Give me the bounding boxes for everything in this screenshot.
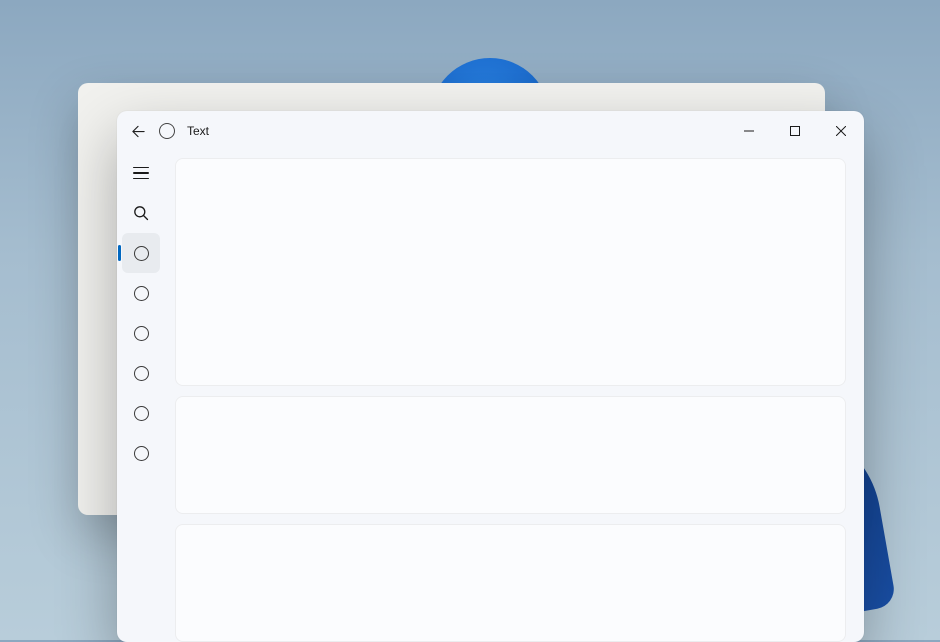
window-title: Text bbox=[187, 124, 209, 138]
nav-item-3[interactable] bbox=[122, 313, 160, 353]
titlebar: Text bbox=[117, 111, 864, 151]
app-window: Text bbox=[117, 111, 864, 642]
content-card-2 bbox=[175, 396, 846, 514]
minimize-button[interactable] bbox=[726, 111, 772, 151]
nav-item-2[interactable] bbox=[122, 273, 160, 313]
circle-icon bbox=[134, 446, 149, 461]
circle-icon bbox=[134, 406, 149, 421]
back-button[interactable] bbox=[129, 122, 147, 140]
nav-item-6[interactable] bbox=[122, 433, 160, 473]
circle-icon bbox=[134, 246, 149, 261]
circle-icon bbox=[134, 366, 149, 381]
nav-item-5[interactable] bbox=[122, 393, 160, 433]
circle-icon bbox=[134, 326, 149, 341]
close-button[interactable] bbox=[818, 111, 864, 151]
hamburger-menu-button[interactable] bbox=[122, 153, 160, 193]
app-icon bbox=[159, 123, 175, 139]
content-card-3 bbox=[175, 524, 846, 642]
search-icon bbox=[133, 205, 149, 221]
maximize-button[interactable] bbox=[772, 111, 818, 151]
nav-item-1[interactable] bbox=[122, 233, 160, 273]
search-button[interactable] bbox=[122, 193, 160, 233]
hamburger-icon bbox=[133, 167, 149, 179]
nav-item-4[interactable] bbox=[122, 353, 160, 393]
content-area bbox=[165, 151, 864, 642]
navigation-sidebar bbox=[117, 151, 165, 642]
circle-icon bbox=[134, 286, 149, 301]
content-card-1 bbox=[175, 158, 846, 386]
